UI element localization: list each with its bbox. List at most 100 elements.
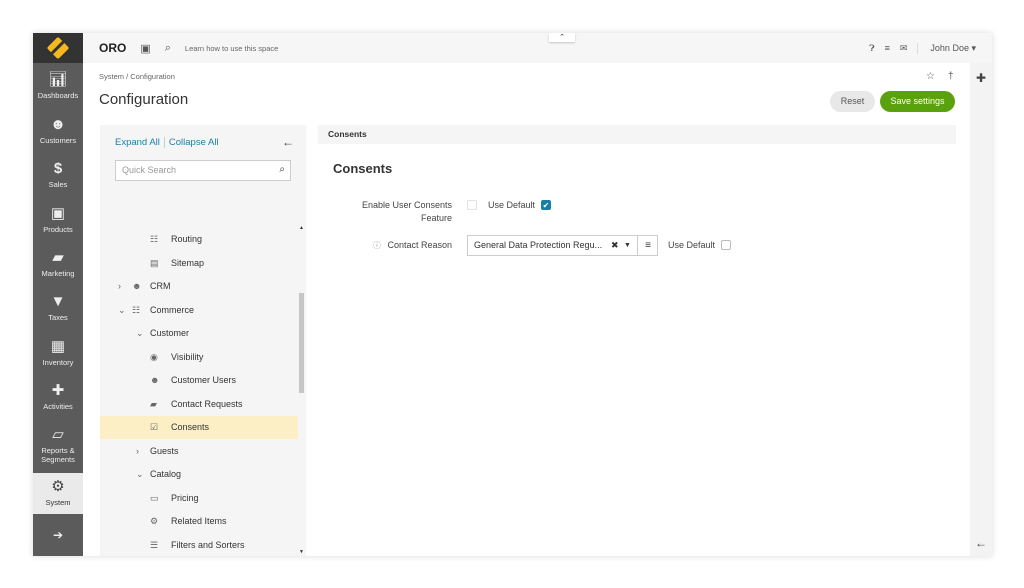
sidebar-item-products[interactable]: ▣ Products: [33, 205, 83, 234]
collapse-all-link[interactable]: Collapse All: [163, 137, 219, 148]
save-settings-button[interactable]: Save settings: [880, 91, 955, 112]
learn-link[interactable]: Learn how to use this space: [185, 44, 278, 53]
arrow-left-icon[interactable]: ←: [282, 135, 294, 149]
tree-item[interactable]: › Guests: [100, 440, 298, 463]
eye-icon: ◉: [150, 351, 158, 362]
use-default-label: Use Default: [488, 200, 536, 210]
bar-chart-icon: 📊︎: [48, 71, 68, 88]
chevron-down-icon[interactable]: ⌄: [136, 463, 144, 486]
map-icon: ▤: [150, 257, 159, 268]
tree-item[interactable]: ▰ Contact Requests: [100, 393, 298, 416]
sidebar-item-system[interactable]: ⚙ System: [33, 473, 83, 514]
image-icon[interactable]: ▣: [140, 42, 150, 55]
arrow-left-icon[interactable]: ←: [970, 536, 992, 550]
chevron-right-icon[interactable]: ›: [118, 275, 121, 298]
search-icon[interactable]: ⌕: [279, 164, 285, 175]
tree-item[interactable]: ▭ Pricing: [100, 487, 298, 510]
quick-search-input[interactable]: Quick Search ⌕: [115, 160, 291, 181]
sidebar-item-marketing[interactable]: ▰ Marketing: [33, 249, 83, 278]
gear-icon: ⚙: [150, 516, 159, 526]
tree-item-label: Pricing: [171, 492, 199, 503]
clear-icon[interactable]: ✖: [611, 236, 619, 255]
tree-item-label: Customer Users: [171, 375, 237, 385]
tree-item-label: Contact Requests: [171, 398, 243, 409]
tree-item[interactable]: ◉ Visibility: [100, 346, 298, 369]
tree-item[interactable]: ⌄ ☷ Commerce: [100, 299, 298, 322]
tree-item[interactable]: ☑ Consents: [100, 416, 298, 439]
users-icon: ☻: [132, 281, 142, 291]
sidebar-item-reports[interactable]: ▱ Reports & Segments: [33, 426, 83, 464]
tree-item-label: Guests: [150, 445, 179, 456]
reset-button[interactable]: Reset: [830, 91, 875, 112]
expand-all-link[interactable]: Expand All: [115, 137, 160, 148]
plus-icon[interactable]: ✚: [970, 71, 992, 85]
contact-reason-select[interactable]: General Data Protection Regu... ✖ ▼ ≡: [467, 235, 658, 256]
briefcase-icon: ▣: [50, 205, 66, 222]
tree-item[interactable]: ☰ Filters and Sorters: [100, 534, 298, 557]
user-menu[interactable]: John Doe ▾: [917, 42, 976, 54]
brand-name[interactable]: ORO: [99, 41, 126, 55]
section-title: Consents: [333, 161, 393, 176]
use-default-checkbox[interactable]: [721, 240, 731, 250]
folder-open-icon: ▱: [52, 426, 64, 443]
sidebar-item-sales[interactable]: $ Sales: [33, 160, 83, 189]
expand-sidebar-button[interactable]: ➔: [33, 528, 83, 542]
collapse-header-button[interactable]: ⌃: [549, 33, 575, 42]
sitemap-icon: ☷: [150, 234, 159, 244]
enable-consents-checkbox[interactable]: [467, 200, 477, 210]
top-bar: ORO ▣ ⌕ Learn how to use this space ⌃ ❓︎…: [83, 33, 992, 63]
users-icon: ☻: [50, 116, 66, 133]
tree-item-label: Routing: [171, 234, 203, 244]
tree-item[interactable]: ⌄ Customer: [100, 322, 298, 345]
chevron-down-icon[interactable]: ⌄: [136, 322, 144, 345]
oro-logo[interactable]: [33, 33, 83, 63]
sidebar-item-inventory[interactable]: ▦ Inventory: [33, 338, 83, 367]
enable-consents-label: Enable User Consents Feature: [361, 200, 452, 223]
breadcrumb[interactable]: System / Configuration: [99, 72, 175, 81]
menu-icon[interactable]: ≡: [885, 43, 890, 53]
tree-item[interactable]: ☻ Customer Users: [100, 369, 298, 392]
tree-item-label: Filters and Sorters: [171, 539, 245, 550]
cart-icon: ☷: [132, 304, 141, 315]
credit-card-icon: ▭: [150, 492, 159, 503]
chevron-right-icon[interactable]: ›: [136, 440, 139, 463]
tree-item[interactable]: ▤ Sitemap: [100, 252, 298, 275]
caret-down-icon[interactable]: ▼: [624, 236, 631, 255]
help-icon[interactable]: ❓︎: [869, 43, 874, 54]
tree-item-label: CRM: [150, 281, 171, 291]
tree-item-label: Commerce: [150, 304, 195, 315]
star-icon[interactable]: ☆: [926, 71, 935, 82]
scroll-down-icon[interactable]: ▼: [299, 549, 304, 555]
search-icon[interactable]: ⌕: [165, 42, 171, 55]
page-title: Configuration: [99, 91, 189, 108]
contact-reason-label: Contact Reason: [387, 240, 452, 250]
sidebar-item-activities[interactable]: ✚ Activities: [33, 382, 83, 411]
tree-item[interactable]: ⌄ Catalog: [100, 463, 298, 486]
tree-scrollbar[interactable]: [299, 293, 304, 393]
book-icon: ▰: [150, 398, 157, 409]
mail-icon[interactable]: ✉: [900, 43, 908, 54]
use-default-checkbox[interactable]: ✔: [541, 200, 551, 210]
sidebar-item-customers[interactable]: ☻ Customers: [33, 116, 83, 145]
app-window: 📊︎ Dashboards ☻ Customers $ Sales ▣ Products…: [33, 33, 992, 556]
pin-icon[interactable]: †: [948, 71, 954, 82]
tree-item[interactable]: › ☻ CRM: [100, 275, 298, 298]
chevron-up-icon: ⌃: [559, 34, 565, 41]
tree-item[interactable]: ☷ Routing: [100, 228, 298, 251]
sidebar-item-dashboards[interactable]: 📊︎ Dashboards: [33, 71, 83, 100]
arrow-right-icon: ➔: [52, 528, 64, 542]
sidebar: 📊︎ Dashboards ☻ Customers $ Sales ▣ Products…: [33, 33, 83, 556]
chevron-down-icon[interactable]: ⌄: [118, 299, 126, 322]
scroll-up-icon[interactable]: ▲: [299, 225, 304, 231]
tree-item-label: Catalog: [150, 469, 182, 479]
list-icon[interactable]: ≡: [637, 236, 658, 255]
tree-item[interactable]: ⚙ Related Items: [100, 510, 298, 533]
building-icon: ▦: [50, 338, 66, 355]
use-default-label: Use Default: [668, 240, 716, 250]
section-header: Consents: [318, 125, 956, 144]
tree-item-label: Consents: [171, 422, 210, 432]
gear-icon: ⚙: [51, 478, 65, 495]
tree-item-label: Sitemap: [171, 257, 205, 268]
puzzle-icon: ✚: [51, 382, 65, 399]
sidebar-item-taxes[interactable]: ▼ Taxes: [33, 293, 83, 322]
